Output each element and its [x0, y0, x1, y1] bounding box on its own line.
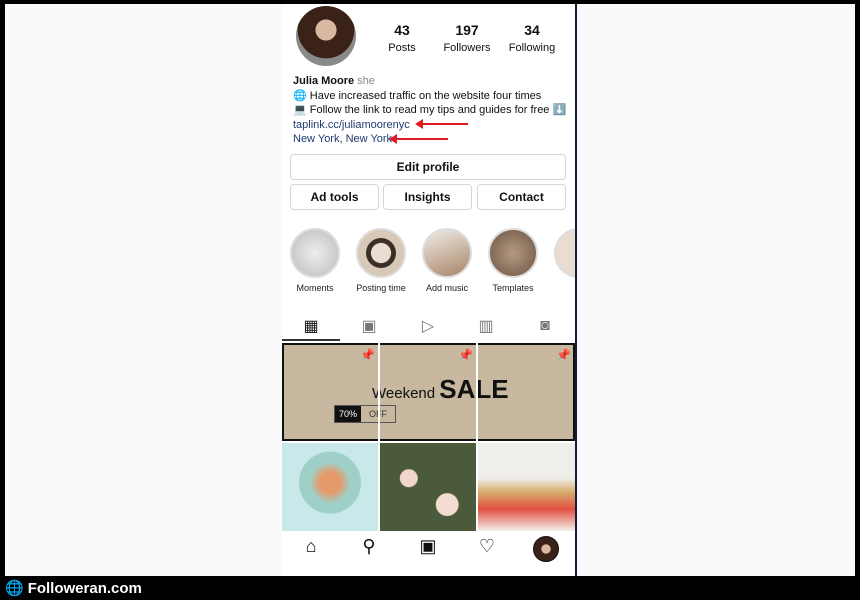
highlight-label: Moments	[296, 283, 334, 293]
divider	[575, 4, 577, 576]
pin-icon: 📌	[458, 348, 473, 362]
tagged-icon[interactable]: ◙	[535, 316, 555, 336]
bio-line: 💻 Follow the link to read my tips and gu…	[293, 104, 567, 116]
profile-avatar-tab[interactable]	[533, 536, 559, 562]
search-icon[interactable]: ⚲	[356, 536, 382, 562]
sale-word1: Weekend	[372, 385, 436, 402]
globe-icon: 🌐	[5, 580, 24, 597]
highlight-label: Templates	[492, 283, 534, 293]
bio-line: 🌐 Have increased traffic on the website …	[293, 89, 542, 102]
highlight-cover	[422, 228, 472, 278]
sale-text: Weekend SALE	[372, 374, 509, 405]
highlight-templates[interactable]: Templates	[483, 228, 543, 293]
sale-word2: SALE	[439, 374, 509, 404]
following-count: 34	[524, 22, 540, 38]
highlight-more[interactable]: C	[549, 228, 575, 293]
profile-avatar[interactable]	[296, 6, 356, 66]
highlight-moments[interactable]: Moments	[285, 228, 345, 293]
followers-count: 197	[455, 22, 479, 38]
heart-icon[interactable]: ♡	[474, 536, 500, 562]
guides-icon[interactable]: ▥	[476, 316, 496, 336]
pin-icon: 📌	[360, 348, 375, 362]
post-flowers[interactable]	[380, 443, 476, 531]
watermark: 🌐 Followeran.com	[5, 579, 142, 598]
discount-badge: 70%OFF	[334, 405, 396, 423]
post-macarons[interactable]	[282, 443, 378, 531]
watermark-text: Followeran.com	[27, 579, 142, 597]
grid-separator	[476, 343, 478, 531]
highlight-cover	[356, 228, 406, 278]
grid-separator	[378, 343, 380, 531]
profile-name: Julia Moore	[293, 75, 355, 87]
highlight-add-music[interactable]: Add music	[417, 228, 477, 293]
highlight-cover	[554, 228, 575, 278]
discount-percent: 70%	[335, 406, 361, 422]
posts-stat[interactable]: 43 Posts	[367, 22, 437, 56]
home-icon[interactable]: ⌂	[298, 536, 324, 562]
bio: Julia Moore she 🌐 Have increased traffic…	[293, 74, 573, 147]
post-table[interactable]	[478, 443, 575, 531]
highlight-label: Posting time	[356, 283, 406, 293]
highlight-cover	[290, 228, 340, 278]
following-stat[interactable]: 34 Following	[497, 22, 567, 56]
highlight-posting-time[interactable]: Posting time	[351, 228, 411, 293]
highlight-cover	[488, 228, 538, 278]
reels-icon[interactable]: ▣	[359, 316, 379, 336]
active-tab-indicator	[282, 339, 340, 341]
highlight-label: Add music	[425, 283, 469, 293]
instagram-profile-screen: 43 Posts 197 Followers 34 Following Julia M…	[282, 4, 575, 576]
pin-icon: 📌	[556, 348, 571, 362]
followers-label: Followers	[443, 42, 491, 54]
ad-tools-button[interactable]: Ad tools	[290, 184, 379, 210]
following-label: Following	[508, 42, 556, 54]
grid-icon[interactable]: ▦	[301, 316, 321, 336]
insights-button[interactable]: Insights	[383, 184, 472, 210]
red-arrow-annotation	[389, 134, 448, 144]
reels-icon[interactable]: ▣	[415, 536, 441, 562]
profile-tabs: ▦ ▣ ▷ ▥ ◙	[282, 312, 575, 342]
bottom-nav: ⌂ ⚲ ▣ ♡	[282, 534, 575, 568]
posts-label: Posts	[388, 42, 416, 54]
red-arrow-annotation	[415, 119, 468, 129]
play-icon[interactable]: ▷	[418, 316, 438, 336]
posts-count: 43	[394, 22, 410, 38]
edit-profile-button[interactable]: Edit profile	[290, 154, 566, 180]
contact-button[interactable]: Contact	[477, 184, 566, 210]
pronoun: she	[357, 75, 375, 87]
followers-stat[interactable]: 197 Followers	[432, 22, 502, 56]
